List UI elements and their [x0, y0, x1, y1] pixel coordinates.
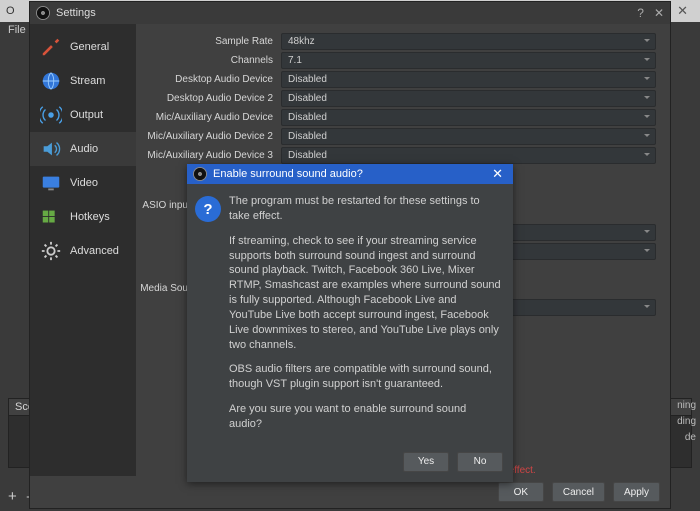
wrench-icon	[40, 36, 62, 58]
close-button[interactable]: ✕	[654, 6, 664, 20]
cancel-button[interactable]: Cancel	[552, 482, 605, 502]
dialog-close-icon[interactable]: ✕	[488, 166, 507, 182]
sidebar-item-advanced[interactable]: Advanced	[30, 234, 136, 268]
combo-channels[interactable]: 7.1	[281, 52, 656, 69]
sidebar-item-stream[interactable]: Stream	[30, 64, 136, 98]
combo-dad2[interactable]: Disabled	[281, 90, 656, 107]
speaker-icon	[40, 138, 62, 160]
label-channels: Channels	[136, 55, 281, 66]
add-scene-button[interactable]: +	[8, 488, 17, 505]
label-mad3: Mic/Auxiliary Audio Device 3	[136, 150, 281, 161]
globe-icon	[40, 70, 62, 92]
apply-button[interactable]: Apply	[613, 482, 660, 502]
dialog-title: Enable surround sound audio?	[213, 168, 363, 180]
yes-button[interactable]: Yes	[403, 452, 449, 472]
sidebar-item-output[interactable]: Output	[30, 98, 136, 132]
combo-dad[interactable]: Disabled	[281, 71, 656, 88]
combo-mad[interactable]: Disabled	[281, 109, 656, 126]
sidebar-item-hotkeys[interactable]: Hotkeys	[30, 200, 136, 234]
question-icon: ?	[195, 196, 221, 222]
sidebar-item-audio[interactable]: Audio	[30, 132, 136, 166]
keyboard-icon	[40, 206, 62, 228]
sidebar-item-general[interactable]: General	[30, 30, 136, 64]
label-sample-rate: Sample Rate	[136, 36, 281, 47]
label-mad: Mic/Auxiliary Audio Device	[136, 112, 281, 123]
settings-titlebar: Settings ? ✕	[30, 2, 670, 24]
label-dad: Desktop Audio Device	[136, 74, 281, 85]
ok-button[interactable]: OK	[498, 482, 544, 502]
sidebar-item-video[interactable]: Video	[30, 166, 136, 200]
gear-icon	[40, 240, 62, 262]
obs-icon	[36, 6, 50, 20]
label-mad2: Mic/Auxiliary Audio Device 2	[136, 131, 281, 142]
label-dad2: Desktop Audio Device 2	[136, 93, 281, 104]
monitor-icon	[40, 172, 62, 194]
dialog-text: The program must be restarted for these …	[229, 194, 501, 442]
no-button[interactable]: No	[457, 452, 503, 472]
main-close-icon[interactable]: ✕	[671, 3, 694, 19]
settings-title: Settings	[56, 7, 96, 19]
help-button[interactable]: ?	[637, 6, 644, 20]
combo-sample-rate[interactable]: 48khz	[281, 33, 656, 50]
main-title: O	[6, 5, 15, 17]
dialog-titlebar: Enable surround sound audio? ✕	[187, 164, 513, 184]
combo-mad3[interactable]: Disabled	[281, 147, 656, 164]
settings-sidebar: General Stream Output Audio Video Hotkey…	[30, 24, 136, 476]
surround-dialog: Enable surround sound audio? ✕ ? The pro…	[187, 164, 513, 482]
obs-icon	[193, 167, 207, 181]
broadcast-icon	[40, 104, 62, 126]
combo-mad2[interactable]: Disabled	[281, 128, 656, 145]
